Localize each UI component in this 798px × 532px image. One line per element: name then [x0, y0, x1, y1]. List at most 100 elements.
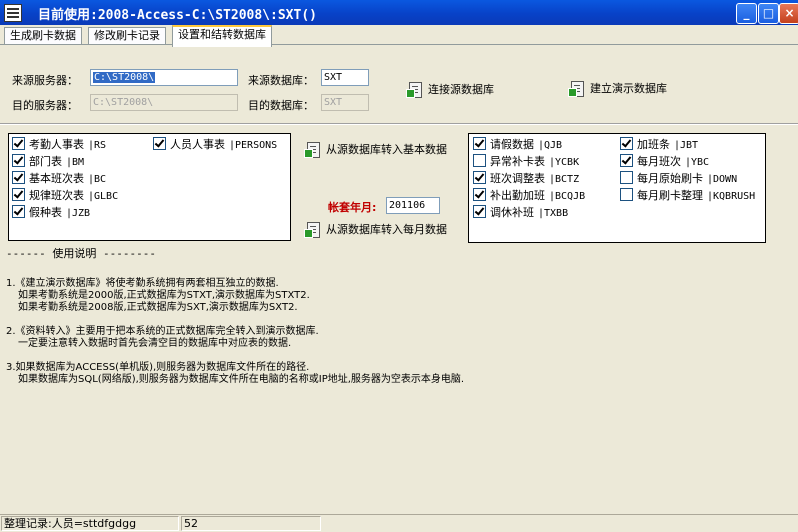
usage-line: 一定要注意转入数据时首先会清空目的数据库中对应表的数据.: [18, 338, 292, 349]
add-document-icon: [568, 81, 584, 97]
checkbox-monthly-1[interactable]: 加班条 |JBT: [620, 137, 698, 153]
table-code: |BCQJB: [549, 191, 586, 202]
table-code: |YBC: [685, 157, 710, 168]
status-record: 整理记录:人员=sttdfgdgg: [1, 516, 179, 531]
checkbox-monthly-2[interactable]: 异常补卡表 |YCBK: [473, 154, 579, 170]
checkbox-mark: [620, 188, 633, 201]
table-code: |KQBRUSH: [707, 191, 756, 202]
table-code: |GLBC: [88, 191, 119, 202]
checkbox-mark: [473, 154, 486, 167]
target-server-label: 目的服务器：: [12, 99, 78, 112]
checkbox-monthly-7[interactable]: 每月刷卡整理 |KQBRUSH: [620, 188, 755, 204]
table-code: |BM: [66, 157, 85, 168]
tab-generate-card-data[interactable]: 生成刷卡数据: [4, 27, 82, 45]
source-db-label: 来源数据库：: [248, 74, 314, 87]
checkbox-basic-0[interactable]: 考勤人事表 |RS: [12, 137, 106, 153]
usage-header: ------ 使用说明 --------: [6, 247, 156, 260]
source-db-input[interactable]: SXT: [321, 69, 369, 86]
status-count: 52: [181, 516, 321, 531]
checkbox-mark: [473, 188, 486, 201]
table-name: 每月刷卡整理: [637, 189, 703, 202]
status-bar: 整理记录:人员=sttdfgdgg 52: [0, 514, 798, 532]
target-db-label: 目的数据库：: [248, 99, 314, 112]
table-name: 补出勤加班: [490, 189, 545, 202]
create-demo-db-label: 建立演示数据库: [590, 82, 667, 95]
period-input[interactable]: 201106: [386, 197, 440, 214]
table-name: 基本班次表: [29, 172, 84, 185]
checkbox-mark: [12, 137, 25, 150]
maximize-button[interactable]: □: [758, 3, 779, 24]
checkbox-mark: [153, 137, 166, 150]
monthly-tables-box: 请假数据 |QJB 加班条 |JBT 异常补卡表 |YCBK 每月班次 |YBC 班次调…: [468, 133, 766, 243]
table-code: |RS: [88, 140, 107, 151]
tab-modify-card-records[interactable]: 修改刷卡记录: [88, 27, 166, 45]
add-document-icon: [406, 82, 422, 98]
connect-source-db-button[interactable]: 连接源数据库: [406, 81, 494, 99]
period-label: 帐套年月:: [328, 201, 377, 214]
transfer-basic-data-label: 从源数据库转入基本数据: [326, 143, 447, 156]
table-name: 人员人事表: [170, 138, 225, 151]
checkbox-mark: [620, 154, 633, 167]
checkbox-monthly-3[interactable]: 每月班次 |YBC: [620, 154, 709, 170]
usage-line: 如果数据库为SQL(网络版),则服务器为数据库文件所在电脑的名称或IP地址,服务…: [18, 374, 465, 385]
checkbox-mark: [473, 137, 486, 150]
checkbox-monthly-0[interactable]: 请假数据 |QJB: [473, 137, 562, 153]
table-code: |JBT: [674, 140, 699, 151]
transfer-basic-data-button[interactable]: 从源数据库转入基本数据: [304, 141, 447, 159]
table-name: 假种表: [29, 206, 62, 219]
table-name: 加班条: [637, 138, 670, 151]
target-server-input[interactable]: C:\ST2008\: [90, 94, 238, 111]
checkbox-mark: [473, 171, 486, 184]
connect-source-db-label: 连接源数据库: [428, 83, 494, 96]
table-code: |BC: [88, 174, 107, 185]
table-name: 异常补卡表: [490, 155, 545, 168]
checkbox-basic-1[interactable]: 人员人事表 |PERSONS: [153, 137, 277, 153]
table-name: 部门表: [29, 155, 62, 168]
table-name: 班次调整表: [490, 172, 545, 185]
add-document-icon: [304, 222, 320, 238]
table-code: |DOWN: [707, 174, 738, 185]
table-name: 调休补班: [490, 206, 534, 219]
tab-settings-database[interactable]: 设置和结转数据库: [172, 25, 272, 47]
minimize-button[interactable]: _: [736, 3, 757, 24]
checkbox-basic-2[interactable]: 部门表 |BM: [12, 154, 84, 170]
window-title: 目前使用:2008-Access-C:\ST2008\:SXT(): [38, 8, 317, 23]
checkbox-mark: [12, 188, 25, 201]
source-server-value: C:\ST2008\: [93, 72, 156, 83]
checkbox-monthly-8[interactable]: 调休补班 |TXBB: [473, 205, 568, 221]
target-db-input[interactable]: SXT: [321, 94, 369, 111]
tab-page-settings: 来源服务器： C:\ST2008\ 来源数据库： SXT 目的服务器： C:\S…: [0, 44, 798, 515]
checkbox-basic-5[interactable]: 假种表 |JZB: [12, 205, 90, 221]
table-code: |TXBB: [538, 208, 569, 219]
checkbox-mark: [12, 205, 25, 218]
table-name: 请假数据: [490, 138, 534, 151]
usage-line: 如果考勤系统是2008版,正式数据库为SXT,演示数据库为SXT2.: [18, 302, 298, 313]
transfer-monthly-data-button[interactable]: 从源数据库转入每月数据: [304, 221, 447, 239]
table-name: 每月班次: [637, 155, 681, 168]
checkbox-monthly-5[interactable]: 每月原始刷卡 |DOWN: [620, 171, 737, 187]
table-code: |YCBK: [549, 157, 580, 168]
app-icon: [4, 4, 22, 22]
table-code: |PERSONS: [229, 140, 278, 151]
checkbox-monthly-6[interactable]: 补出勤加班 |BCQJB: [473, 188, 585, 204]
divider-line: [0, 123, 798, 125]
table-code: |BCTZ: [549, 174, 580, 185]
table-name: 考勤人事表: [29, 138, 84, 151]
checkbox-basic-3[interactable]: 基本班次表 |BC: [12, 171, 106, 187]
add-document-icon: [304, 142, 320, 158]
title-bar[interactable]: 目前使用:2008-Access-C:\ST2008\:SXT() _ □ ×: [0, 0, 798, 25]
checkbox-mark: [620, 137, 633, 150]
table-name: 每月原始刷卡: [637, 172, 703, 185]
source-server-input[interactable]: C:\ST2008\: [90, 69, 238, 86]
checkbox-monthly-4[interactable]: 班次调整表 |BCTZ: [473, 171, 579, 187]
checkbox-mark: [473, 205, 486, 218]
source-server-label: 来源服务器：: [12, 74, 78, 87]
table-code: |QJB: [538, 140, 563, 151]
checkbox-basic-4[interactable]: 规律班次表 |GLBC: [12, 188, 118, 204]
table-code: |JZB: [66, 208, 91, 219]
transfer-monthly-data-label: 从源数据库转入每月数据: [326, 223, 447, 236]
close-button[interactable]: ×: [779, 3, 798, 24]
checkbox-mark: [12, 171, 25, 184]
create-demo-db-button[interactable]: 建立演示数据库: [568, 80, 667, 98]
table-name: 规律班次表: [29, 189, 84, 202]
